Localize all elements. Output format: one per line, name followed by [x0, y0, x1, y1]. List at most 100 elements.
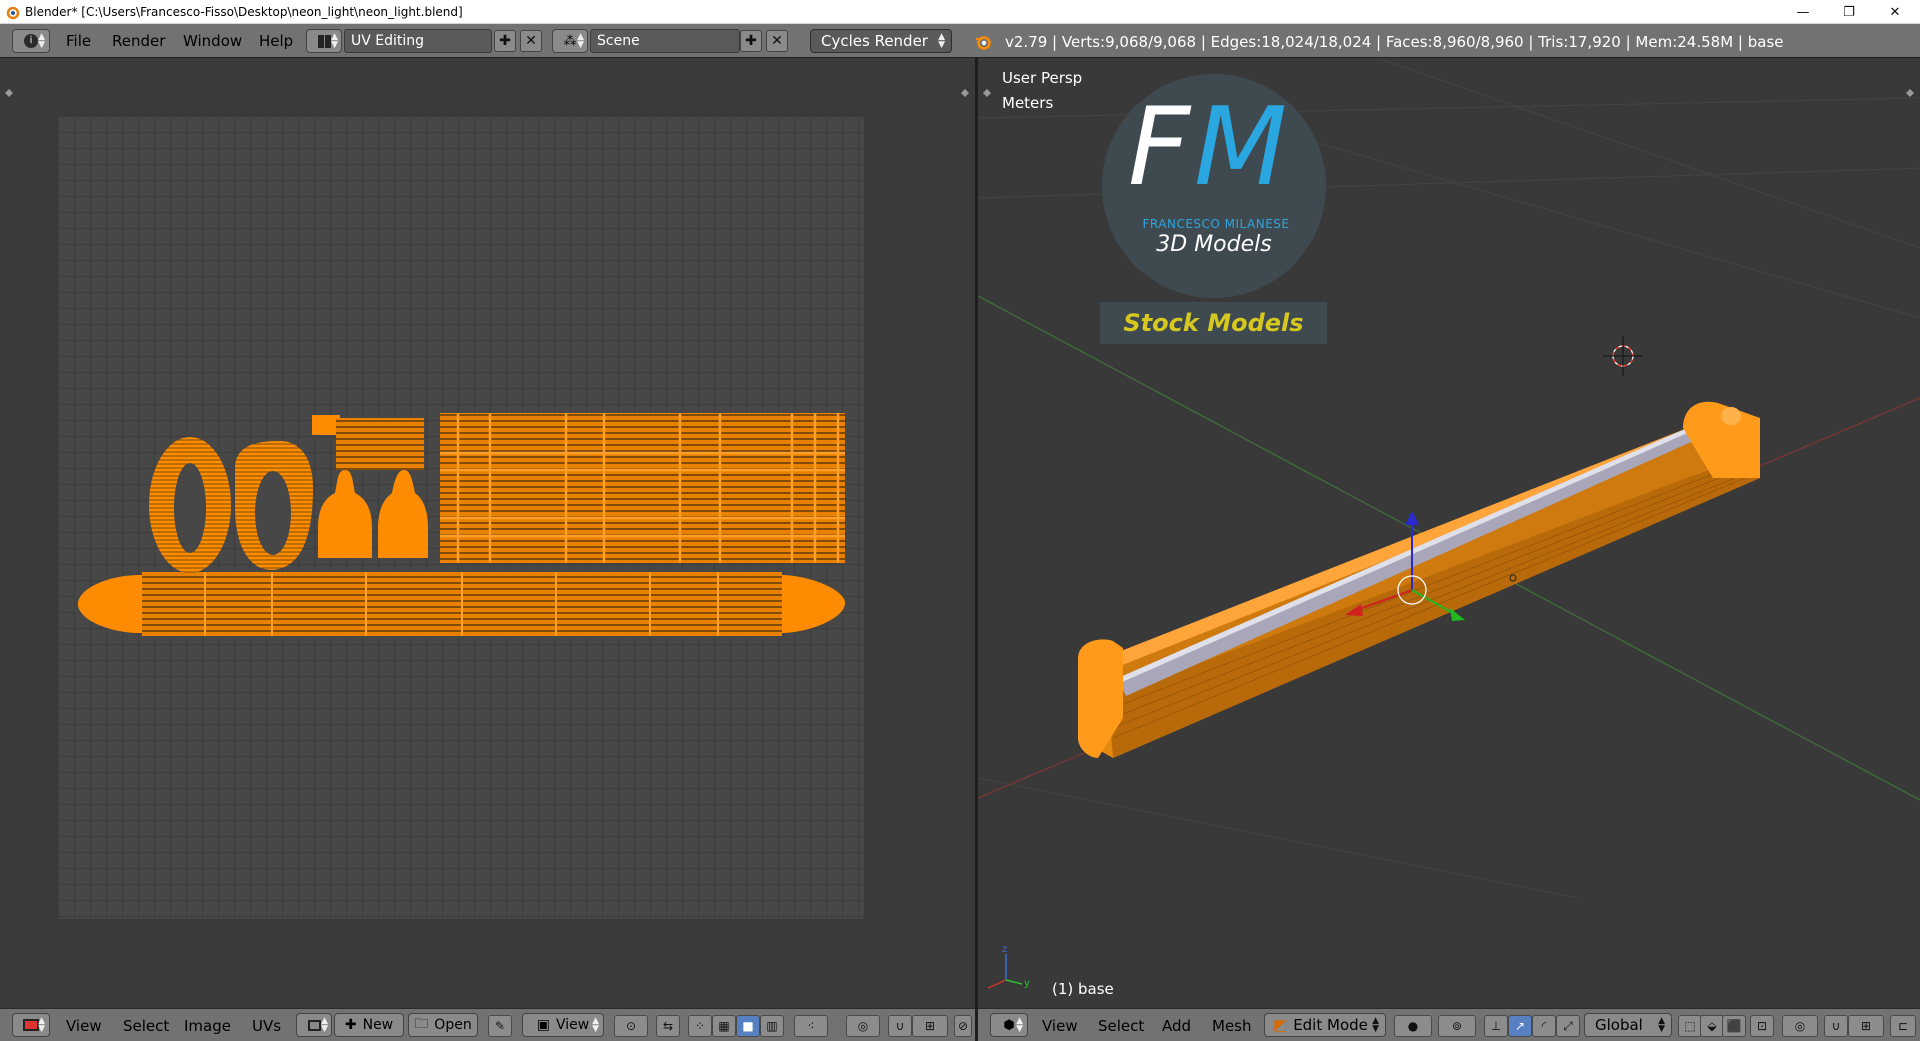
uv-vertex-select-button[interactable]: ⁘	[688, 1015, 712, 1037]
snap-element-dropdown[interactable]: ⊞	[912, 1015, 948, 1037]
viewport-menu-select[interactable]: Select	[1098, 1017, 1144, 1035]
edge-select-button[interactable]: ⬙	[1700, 1015, 1724, 1037]
area-corner-icon[interactable]	[1905, 88, 1915, 98]
uv-more-button[interactable]: ⊘	[954, 1015, 972, 1037]
uv-island-tube[interactable]	[78, 572, 845, 636]
watermark-logo: F M FRANCESCO MILANESE 3D Models Stock M…	[1100, 74, 1327, 344]
occlude-geometry-button[interactable]: ⊡	[1750, 1015, 1774, 1037]
rotate-icon: ◜	[1541, 1019, 1547, 1033]
info-editor-type-button[interactable]: i ▲ ▼	[12, 29, 50, 53]
uv-island-small-block[interactable]	[312, 415, 424, 470]
neon-light-mesh[interactable]	[1078, 401, 1761, 758]
area-corner-icon[interactable]	[982, 88, 992, 98]
scene-field[interactable]: Scene	[590, 29, 740, 53]
uv-island-end-caps[interactable]	[149, 437, 313, 573]
sticky-icon: ⁖	[807, 1019, 815, 1033]
menu-file[interactable]: File	[66, 32, 91, 50]
open-image-label: Open	[434, 1017, 472, 1033]
uv-image-editor[interactable]	[0, 58, 975, 1008]
logo-banner-text: Stock Models	[1123, 309, 1304, 337]
uv-menu-view[interactable]: View	[66, 1017, 102, 1035]
viewport-menu-add[interactable]: Add	[1162, 1017, 1191, 1035]
pivot-point-dropdown[interactable]: ⊙	[614, 1015, 648, 1037]
uv-face-select-button[interactable]: ■	[736, 1015, 760, 1037]
uv-view-mode-dropdown[interactable]: ▣ View ▲ ▼	[522, 1013, 604, 1037]
logo-banner: Stock Models	[1100, 302, 1327, 344]
snap-element-3d-dropdown[interactable]: ⊞	[1848, 1015, 1884, 1037]
uv-menu-image[interactable]: Image	[184, 1017, 231, 1035]
pivot-icon: ⊙	[625, 1019, 637, 1033]
image-icon	[307, 1019, 321, 1031]
maximize-button[interactable]: ❐	[1826, 0, 1872, 24]
sync-icon: ⇆	[662, 1019, 674, 1033]
sphere-icon: ●	[1407, 1019, 1419, 1033]
uv-island-housing[interactable]	[440, 413, 845, 563]
uv-edge-select-button[interactable]: ▦	[712, 1015, 736, 1037]
minimize-button[interactable]: —	[1780, 0, 1826, 24]
rotate-manipulator-button[interactable]: ◜	[1532, 1015, 1556, 1037]
image-browse-button[interactable]: ▲ ▼	[296, 1013, 332, 1037]
edit-mode-icon: ◩	[1273, 1016, 1288, 1034]
screen-layout-field[interactable]: UV Editing	[344, 29, 492, 53]
add-scene-button[interactable]: ✚	[740, 30, 762, 52]
folder-icon: 🗀	[414, 1016, 429, 1032]
viewport-menu-mesh[interactable]: Mesh	[1212, 1017, 1252, 1035]
pin-icon: ✎	[494, 1019, 506, 1033]
close-button[interactable]: ✕	[1872, 0, 1918, 24]
uv-snap-button[interactable]: ∪	[888, 1015, 912, 1037]
uv-menu-uvs[interactable]: UVs	[252, 1017, 281, 1035]
uv-island-select-button[interactable]: ▥	[760, 1015, 784, 1037]
face-select-icon: ⬛	[1726, 1019, 1742, 1033]
transform-orientation-dropdown[interactable]: Global ▲ ▼	[1584, 1013, 1672, 1037]
uv-menu-select[interactable]: Select	[123, 1017, 169, 1035]
delete-screen-button[interactable]: ✕	[520, 30, 542, 52]
menu-window[interactable]: Window	[183, 32, 242, 50]
face-select-button[interactable]: ⬛	[1722, 1015, 1746, 1037]
viewport-menu-view[interactable]: View	[1042, 1017, 1078, 1035]
pivot-point-3d-dropdown[interactable]: ⊚	[1438, 1015, 1476, 1037]
open-image-button[interactable]: 🗀 Open	[408, 1013, 478, 1037]
scene-browse-button[interactable]: ⁂ ▲ ▼	[552, 29, 588, 53]
sync-selection-button[interactable]: ⇆	[656, 1015, 680, 1037]
updown-arrows-icon: ▲ ▼	[331, 32, 338, 50]
magnet-icon: ∪	[1831, 1019, 1841, 1033]
updown-arrows-icon: ▲ ▼	[577, 32, 584, 50]
updown-arrows-icon: ▲ ▼	[938, 32, 945, 50]
translate-manipulator-button[interactable]: ↗	[1508, 1015, 1532, 1037]
link-icon: ⊘	[957, 1019, 969, 1033]
uv-islands[interactable]	[0, 58, 975, 1008]
pin-image-button[interactable]: ✎	[488, 1015, 512, 1037]
delete-scene-button[interactable]: ✕	[766, 30, 788, 52]
snap-increment-icon: ⊞	[1860, 1019, 1872, 1033]
render-engine-dropdown[interactable]: Cycles Render ▲ ▼	[810, 29, 952, 53]
snap-target-dropdown[interactable]: ⊏	[1890, 1015, 1916, 1037]
viewport-shading-dropdown[interactable]: ●	[1394, 1015, 1432, 1037]
vertex-select-button[interactable]: ⬚	[1678, 1015, 1702, 1037]
plus-icon: ✚	[344, 1017, 357, 1033]
window-titlebar: Blender* [C:\Users\Francesco-Fisso\Deskt…	[0, 0, 1920, 24]
vertex-select-icon: ⁘	[694, 1019, 706, 1033]
window-title: Blender* [C:\Users\Francesco-Fisso\Deskt…	[25, 4, 463, 19]
manipulator-toggle-button[interactable]: ⊥	[1484, 1015, 1508, 1037]
3d-cursor-icon[interactable]	[1603, 336, 1643, 376]
add-screen-button[interactable]: ✚	[494, 30, 516, 52]
updown-arrows-icon: ▲ ▼	[1016, 1016, 1023, 1034]
scene-statistics: v2.79 | Verts:9,068/9,068 | Edges:18,024…	[1005, 33, 1784, 51]
new-image-button[interactable]: ✚ New	[334, 1013, 404, 1037]
mode-dropdown[interactable]: ◩ Edit Mode ▲ ▼	[1264, 1013, 1386, 1037]
uv-editor-type-button[interactable]: ▲ ▼	[12, 1013, 50, 1037]
menu-render[interactable]: Render	[112, 32, 165, 50]
cube-icon: ⬢	[1003, 1017, 1015, 1033]
screen-layout-browse-button[interactable]: ▲ ▼	[306, 29, 342, 53]
uv-island-bells[interactable]	[318, 470, 428, 558]
proportional-edit-3d-dropdown[interactable]: ◎	[1782, 1015, 1818, 1037]
island-select-icon: ▥	[766, 1019, 778, 1033]
snap-button[interactable]: ∪	[1824, 1015, 1848, 1037]
scale-manipulator-button[interactable]: ⤢	[1556, 1015, 1580, 1037]
menu-help[interactable]: Help	[259, 32, 293, 50]
proportional-edit-dropdown[interactable]: ◎	[846, 1015, 880, 1037]
updown-arrows-icon: ▲ ▼	[38, 32, 45, 50]
sticky-selection-dropdown[interactable]: ⁖	[794, 1015, 828, 1037]
blender-logo-icon	[976, 36, 991, 50]
viewport-editor-type-button[interactable]: ⬢ ▲ ▼	[990, 1013, 1028, 1037]
